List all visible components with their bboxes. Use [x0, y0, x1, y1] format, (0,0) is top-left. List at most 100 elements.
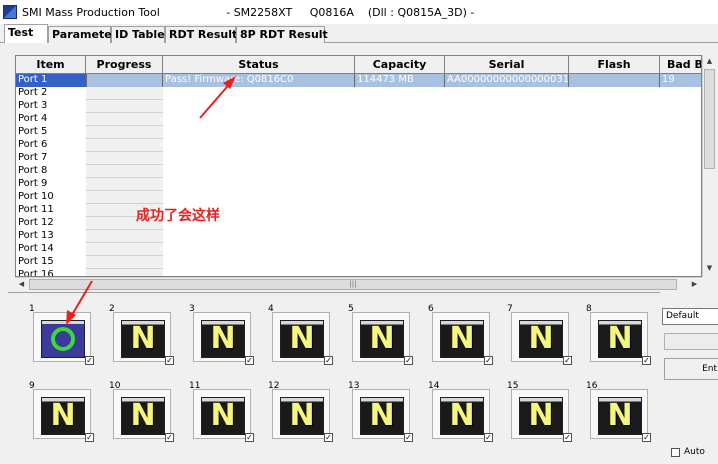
- port-enable-checkbox[interactable]: ✓: [404, 356, 413, 365]
- port-tile-2[interactable]: 2 N ✓: [109, 304, 175, 370]
- column-header-status[interactable]: Status: [163, 56, 355, 74]
- cell-status: Pass! Firmware: Q0816C0: [163, 74, 355, 87]
- tab-8p-rdt-result[interactable]: 8P RDT Result: [236, 26, 328, 43]
- no-device-icon: N: [519, 397, 563, 435]
- annotation-text: 成功了会这样: [136, 208, 220, 224]
- port-state-letter: N: [528, 398, 554, 433]
- grid-header: Item Progress Status Capacity Serial Fla…: [16, 56, 701, 74]
- table-row-port-1[interactable]: Port 1 Pass! Firmware: Q0816C0 114473 MB…: [16, 74, 701, 87]
- port-tile-3[interactable]: 3 N ✓: [189, 304, 255, 370]
- column-header-capacity[interactable]: Capacity: [355, 56, 445, 74]
- port-enable-checkbox[interactable]: ✓: [404, 433, 413, 442]
- column-header-progress[interactable]: Progress: [86, 56, 163, 74]
- table-row[interactable]: Port 9: [16, 178, 701, 191]
- column-header-bad-blocks[interactable]: Bad B: [660, 56, 701, 74]
- port-enable-checkbox[interactable]: ✓: [642, 433, 651, 442]
- table-row[interactable]: Port 16: [16, 269, 701, 276]
- port-frame: N: [113, 389, 171, 439]
- table-row[interactable]: Port 13: [16, 230, 701, 243]
- port-frame: N: [272, 389, 330, 439]
- port-frame: N: [272, 312, 330, 362]
- scroll-up-arrow[interactable]: ▲: [703, 55, 716, 68]
- table-row[interactable]: Port 11: [16, 204, 701, 217]
- port-frame: N: [193, 389, 251, 439]
- port-tile-5[interactable]: 5 N ✓: [348, 304, 414, 370]
- vertical-scroll-thumb[interactable]: [704, 69, 715, 169]
- port-tile-6[interactable]: 6 N ✓: [428, 304, 494, 370]
- cell-bad-blocks: 19: [660, 74, 701, 87]
- no-device-icon: N: [598, 397, 642, 435]
- cell-progress: [86, 269, 163, 276]
- cell-item: Port 14: [18, 243, 54, 254]
- port-tile-4[interactable]: 4 N ✓: [268, 304, 334, 370]
- no-device-icon: N: [121, 397, 165, 435]
- port-enable-checkbox[interactable]: ✓: [563, 433, 572, 442]
- port-enable-checkbox[interactable]: ✓: [324, 433, 333, 442]
- column-header-flash[interactable]: Flash: [569, 56, 660, 74]
- port-enable-checkbox[interactable]: ✓: [324, 356, 333, 365]
- enter-button[interactable]: Ent: [664, 358, 718, 380]
- column-header-serial[interactable]: Serial: [445, 56, 569, 74]
- port-status-panel: 1 ✓ 2 N ✓ 3 N ✓ 4 N ✓ 5 N ✓ 6 N ✓ 7 N ✓ 8 N ✓ 9 N ✓ 10 N ✓ 11 N ✓ 12 N ✓ 13…: [8, 292, 660, 464]
- port-frame: N: [432, 312, 490, 362]
- horizontal-scroll-thumb[interactable]: |||: [29, 279, 677, 290]
- tab-rdt-result[interactable]: RDT Result: [165, 26, 237, 43]
- scroll-down-arrow[interactable]: ▼: [703, 262, 716, 275]
- port-enable-checkbox[interactable]: ✓: [165, 433, 174, 442]
- port-tile-9[interactable]: 9 N ✓: [29, 381, 95, 447]
- port-tile-11[interactable]: 11 N ✓: [189, 381, 255, 447]
- port-tile-8[interactable]: 8 N ✓: [586, 304, 652, 370]
- results-grid[interactable]: Item Progress Status Capacity Serial Fla…: [15, 55, 702, 277]
- port-enable-checkbox[interactable]: ✓: [642, 356, 651, 365]
- horizontal-scrollbar[interactable]: ◀ ||| ▶: [15, 277, 702, 290]
- port-frame: N: [590, 389, 648, 439]
- port-tile-13[interactable]: 13 N ✓: [348, 381, 414, 447]
- table-row[interactable]: Port 15: [16, 256, 701, 269]
- port-tile-10[interactable]: 10 N ✓: [109, 381, 175, 447]
- tab-test[interactable]: Test: [4, 24, 48, 43]
- port-state-letter: N: [130, 398, 156, 433]
- auto-checkbox[interactable]: [671, 448, 680, 457]
- port-tile-16[interactable]: 16 N ✓: [586, 381, 652, 447]
- table-row[interactable]: Port 7: [16, 152, 701, 165]
- tab-parameter[interactable]: Parameter: [48, 26, 117, 43]
- port-frame: N: [590, 312, 648, 362]
- tab-id-table[interactable]: ID Table: [111, 26, 165, 43]
- port-enable-checkbox[interactable]: ✓: [563, 356, 572, 365]
- table-row[interactable]: Port 6: [16, 139, 701, 152]
- port-enable-checkbox[interactable]: ✓: [245, 433, 254, 442]
- table-row[interactable]: Port 3: [16, 100, 701, 113]
- vertical-scrollbar[interactable]: ▲ ▼: [702, 55, 715, 277]
- table-row[interactable]: Port 5: [16, 126, 701, 139]
- port-tile-7[interactable]: 7 N ✓: [507, 304, 573, 370]
- table-row[interactable]: Port 12: [16, 217, 701, 230]
- table-row[interactable]: Port 14: [16, 243, 701, 256]
- port-enable-checkbox[interactable]: ✓: [484, 356, 493, 365]
- table-row[interactable]: Port 2: [16, 87, 701, 100]
- port-enable-checkbox[interactable]: ✓: [484, 433, 493, 442]
- port-tile-12[interactable]: 12 N ✓: [268, 381, 334, 447]
- cell-progress: [86, 178, 163, 191]
- no-device-icon: N: [360, 397, 404, 435]
- port-enable-checkbox[interactable]: ✓: [85, 356, 94, 365]
- port-tile-15[interactable]: 15 N ✓: [507, 381, 573, 447]
- port-state-letter: N: [289, 321, 315, 356]
- port-frame: N: [352, 312, 410, 362]
- table-row[interactable]: Port 10: [16, 191, 701, 204]
- port-tile-14[interactable]: 14 N ✓: [428, 381, 494, 447]
- cell-item: Port 9: [18, 178, 48, 189]
- port-tile-1[interactable]: 1 ✓: [29, 304, 95, 370]
- cell-progress: [86, 87, 163, 100]
- table-row[interactable]: Port 8: [16, 165, 701, 178]
- port-enable-checkbox[interactable]: ✓: [85, 433, 94, 442]
- preset-input[interactable]: Default: [662, 308, 718, 325]
- scroll-left-arrow[interactable]: ◀: [15, 278, 28, 291]
- cell-item: Port 5: [18, 126, 48, 137]
- table-row[interactable]: Port 4: [16, 113, 701, 126]
- no-device-icon: N: [280, 320, 324, 358]
- scroll-right-arrow[interactable]: ▶: [688, 278, 701, 291]
- port-enable-checkbox[interactable]: ✓: [165, 356, 174, 365]
- cell-progress: [86, 230, 163, 243]
- port-enable-checkbox[interactable]: ✓: [245, 356, 254, 365]
- column-header-item[interactable]: Item: [16, 56, 86, 74]
